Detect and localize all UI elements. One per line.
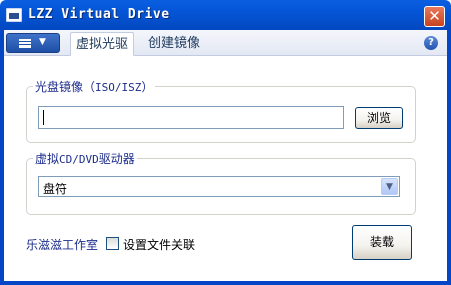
- disc-image-title-suffix: ）: [141, 80, 154, 94]
- menu-icon: [19, 39, 31, 48]
- toolbar: ▼ 虚拟光驱 创建镜像 ?: [4, 30, 447, 56]
- disc-image-title-format: ISO/ISZ: [95, 81, 142, 94]
- dropdown-arrow-icon[interactable]: ▼: [381, 178, 398, 195]
- virtual-drive-title-format: CD/DVD: [59, 153, 99, 166]
- window-title: LZZ Virtual Drive: [28, 7, 170, 22]
- main-menu-button[interactable]: ▼: [6, 33, 60, 53]
- virtual-drive-title-suffix: 驱动器: [98, 152, 135, 166]
- studio-link[interactable]: 乐滋滋工作室: [26, 236, 98, 253]
- close-button[interactable]: ✕: [424, 6, 445, 27]
- tab-virtual-drive[interactable]: 虚拟光驱: [70, 32, 135, 56]
- disc-image-title-prefix: 光盘镜像（: [35, 80, 96, 94]
- file-association-checkbox[interactable]: [106, 237, 119, 250]
- image-path-input[interactable]: [38, 106, 344, 129]
- disc-image-group-title: 光盘镜像（ISO/ISZ）: [33, 78, 156, 95]
- window-border-right: [447, 30, 451, 285]
- chevron-down-icon: ▼: [39, 37, 46, 47]
- drive-letter-value: 盘符: [43, 182, 68, 196]
- browse-button[interactable]: 浏览: [355, 107, 403, 129]
- drive-letter-select[interactable]: 盘符 ▼: [38, 176, 400, 197]
- help-icon[interactable]: ?: [424, 36, 438, 50]
- title-bar[interactable]: LZZ Virtual Drive ✕: [0, 0, 451, 30]
- file-association-label[interactable]: 设置文件关联: [123, 236, 195, 253]
- app-icon: [6, 8, 22, 22]
- text-caret: [43, 110, 44, 125]
- virtual-drive-title-prefix: 虚拟: [35, 152, 60, 166]
- load-button[interactable]: 装载: [352, 225, 412, 260]
- window-border-bottom: [0, 281, 451, 285]
- virtual-drive-group-title: 虚拟CD/DVD驱动器: [33, 150, 137, 167]
- tab-create-image[interactable]: 创建镜像: [143, 32, 205, 56]
